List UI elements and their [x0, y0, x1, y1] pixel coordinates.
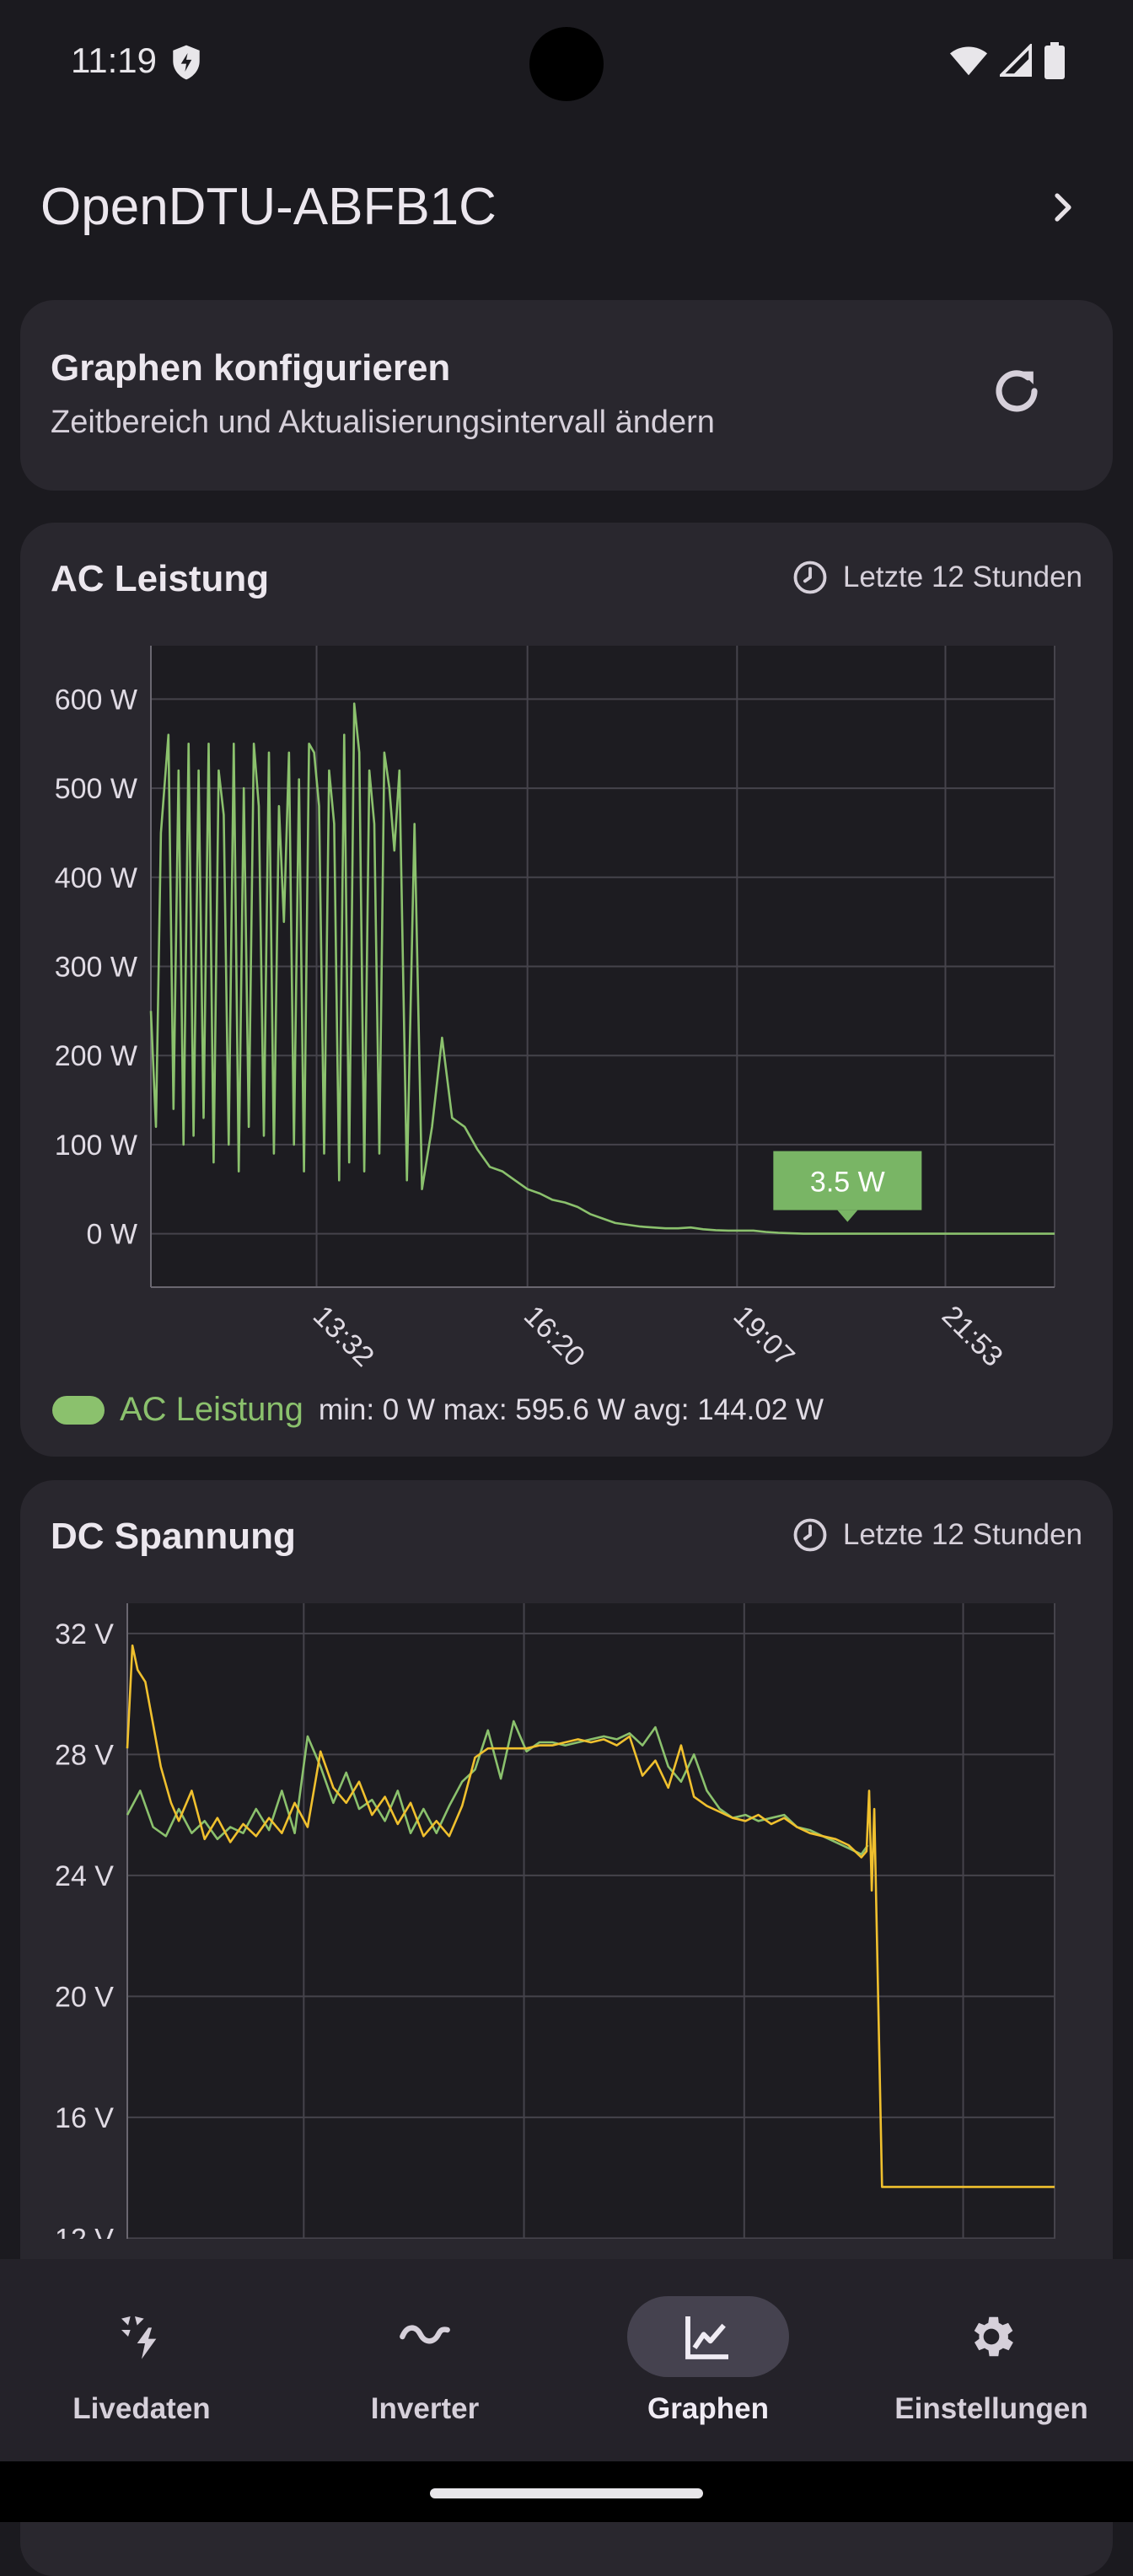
legend-series-name[interactable]: AC Leistung: [120, 1391, 303, 1429]
x-tick-label: 21:53: [936, 1300, 1009, 1373]
sine-wave-icon: [400, 2325, 450, 2344]
y-tick-label: 28 V: [55, 1739, 114, 1771]
plot-area: [127, 1603, 1055, 2239]
ac-power-card: AC Leistung Letzte 12 Stunden 0 W 100 W 20…: [20, 523, 1113, 1457]
status-time: 11:19: [71, 40, 157, 80]
wifi-icon: [949, 46, 988, 76]
battery-icon: [1044, 42, 1065, 79]
configure-graphs-card[interactable]: Graphen konfigurieren Zeitbereich und Ak…: [20, 300, 1113, 491]
cell-signal-icon: [1000, 44, 1032, 77]
bottom-navigation: Livedaten Inverter Graphen Einstellungen: [0, 2259, 1133, 2461]
nav-item-einstellungen[interactable]: Einstellungen: [850, 2296, 1133, 2426]
status-bar: 11:19: [0, 0, 1133, 126]
device-title: OpenDTU-ABFB1C: [40, 178, 497, 236]
y-tick-label: 400 W: [55, 862, 137, 894]
nav-pill: [344, 2296, 506, 2377]
y-tick-label: 500 W: [55, 773, 137, 805]
front-camera: [529, 27, 604, 101]
chart-line-icon: [685, 2316, 728, 2359]
y-tick-label: 32 V: [55, 1618, 114, 1650]
y-tick-label: 24 V: [55, 1860, 114, 1892]
tooltip-value: 3.5 W: [810, 1167, 885, 1199]
nav-item-livedaten[interactable]: Livedaten: [0, 2296, 283, 2426]
power-flash-icon: [121, 2316, 157, 2359]
gesture-handle[interactable]: [430, 2488, 703, 2498]
ac-power-chart: 0 W 100 W 200 W 300 W 400 W 500 W 600 W 13:32 16…: [55, 646, 1055, 1373]
top-app-bar: OpenDTU-ABFB1C: [0, 143, 1133, 278]
dc-voltage-chart: 12 V 16 V 20 V 24 V 28 V 32 V: [55, 1603, 1055, 2239]
x-tick-label: 16:20: [518, 1300, 591, 1373]
y-tick-label: 600 W: [55, 684, 137, 716]
nav-pill: [910, 2296, 1072, 2377]
refresh-icon[interactable]: [986, 361, 1047, 421]
legend-stats: min: 0 W max: 595.6 W avg: 144.02 W: [318, 1393, 824, 1426]
y-tick-label: 100 W: [55, 1130, 137, 1162]
x-tick-label: 19:07: [728, 1300, 801, 1373]
nav-label: Einstellungen: [894, 2392, 1088, 2425]
chevron-right-icon[interactable]: [1042, 187, 1082, 228]
nav-pill: [61, 2296, 223, 2377]
gesture-area: [0, 2461, 1133, 2522]
nav-label: Graphen: [647, 2392, 769, 2425]
nav-label: Livedaten: [72, 2392, 211, 2425]
config-title: Graphen konfigurieren: [51, 347, 451, 389]
nav-item-inverter[interactable]: Inverter: [283, 2296, 566, 2426]
nav-pill-active: [627, 2296, 789, 2377]
shield-icon: [173, 45, 200, 80]
y-tick-label: 200 W: [55, 1040, 137, 1072]
y-tick-label: 0 W: [87, 1219, 137, 1251]
y-tick-label: 300 W: [55, 952, 137, 984]
nav-label: Inverter: [370, 2392, 480, 2425]
y-tick-label: 12 V: [55, 2223, 114, 2239]
config-subtitle: Zeitbereich und Aktualisierungsintervall…: [51, 405, 715, 440]
nav-item-graphen[interactable]: Graphen: [566, 2296, 850, 2426]
legend-swatch[interactable]: [52, 1395, 105, 1425]
x-tick-label: 13:32: [307, 1300, 380, 1373]
y-tick-label: 20 V: [55, 1981, 114, 2013]
gear-icon: [974, 2316, 1013, 2357]
status-icons: [949, 42, 1066, 79]
chart-legend: AC Leistung min: 0 W max: 595.6 W avg: 1…: [52, 1391, 824, 1429]
y-tick-label: 16 V: [55, 2102, 114, 2134]
